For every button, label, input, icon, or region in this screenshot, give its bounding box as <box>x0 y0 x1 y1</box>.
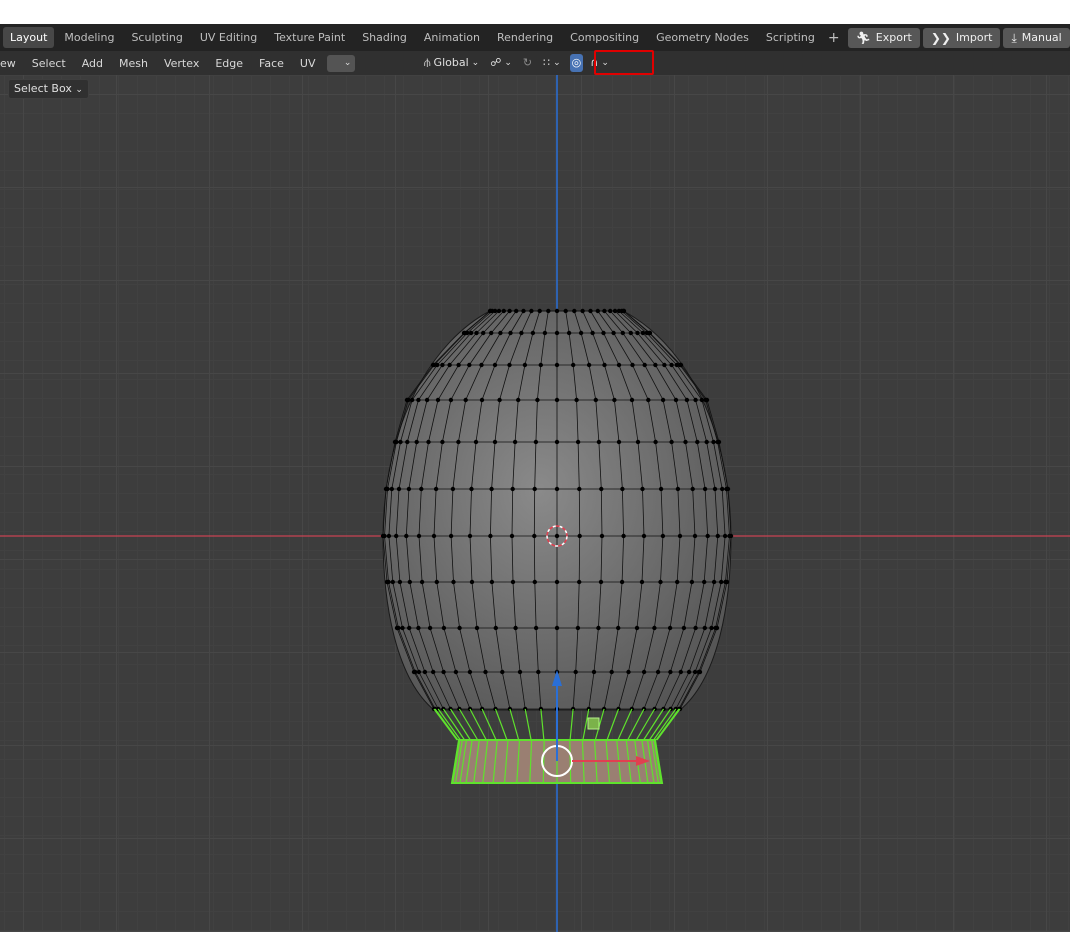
import-label: Import <box>955 30 993 44</box>
transform-orientation-label: Global <box>433 56 469 69</box>
proportional-target-icon: ◎ <box>571 56 582 69</box>
tool-settings-row: Select Box ⌄ <box>0 79 89 99</box>
orientation-axes-icon: ⫛ <box>424 56 431 69</box>
menu-view[interactable]: ew <box>0 57 24 70</box>
manual-button[interactable]: ⤓ Manual <box>1003 27 1070 48</box>
import-button[interactable]: ❯❯ Import <box>922 27 1001 48</box>
magnet-icon: ↻ <box>522 56 533 69</box>
menu-select[interactable]: Select <box>24 57 74 70</box>
tab-scripting[interactable]: Scripting <box>759 27 822 48</box>
chevron-down-icon: ⌄ <box>471 58 480 68</box>
transform-orientation-dropdown[interactable]: ⫛ Global ⌄ <box>420 54 483 72</box>
chevron-down-icon: ⌄ <box>504 58 512 68</box>
workspace-tab-bar: Layout Modeling Sculpting UV Editing Tex… <box>0 24 1070 51</box>
transform-tools: ⫛ Global ⌄ ☍ ⌄ ↻ ∷ ⌄ ◎ ∩ ⌄ <box>420 51 616 75</box>
export-button[interactable]: 🏃︎ Export <box>847 27 920 48</box>
menu-edge[interactable]: Edge <box>207 57 251 70</box>
snap-grid-icon: ∷ <box>543 56 551 69</box>
download-arrow-icon: ⤓ <box>1011 30 1017 45</box>
snap-target-dropdown[interactable]: ∷ ⌄ <box>539 54 565 72</box>
tab-shading[interactable]: Shading <box>355 27 414 48</box>
runner-icon: 🏃︎ <box>855 30 871 45</box>
pivot-point-dropdown[interactable]: ☍ ⌄ <box>486 54 516 72</box>
menu-uv[interactable]: UV <box>292 57 324 70</box>
double-chevron-icon: ❯❯ <box>930 30 951 45</box>
tab-layout[interactable]: Layout <box>3 27 55 48</box>
menu-vertex[interactable]: Vertex <box>156 57 207 70</box>
select-mode-label: Select Box <box>14 82 72 95</box>
select-mode-dropdown[interactable]: Select Box ⌄ <box>8 79 89 99</box>
menu-add[interactable]: Add <box>74 57 111 70</box>
menu-face[interactable]: Face <box>251 57 292 70</box>
manual-label: Manual <box>1021 30 1062 44</box>
tab-rendering[interactable]: Rendering <box>490 27 560 48</box>
proportional-editing-toggle[interactable]: ◎ <box>569 54 584 72</box>
snap-toggle[interactable]: ↻ <box>519 54 536 72</box>
chevron-down-icon: ⌄ <box>75 85 83 95</box>
tab-modeling[interactable]: Modeling <box>57 27 121 48</box>
3d-viewport[interactable] <box>0 75 1070 932</box>
uv-dropdown[interactable]: ⌄ <box>327 54 356 72</box>
add-workspace-button[interactable]: + <box>828 30 840 46</box>
gizmo-plane-handle[interactable] <box>587 717 600 730</box>
tab-animation[interactable]: Animation <box>417 27 487 48</box>
pivot-link-icon: ☍ <box>490 56 502 69</box>
export-label: Export <box>875 30 912 44</box>
chevron-down-icon: ⌄ <box>343 57 352 68</box>
tab-sculpting[interactable]: Sculpting <box>124 27 189 48</box>
tab-geometry-nodes[interactable]: Geometry Nodes <box>649 27 756 48</box>
proportional-editing-highlight <box>594 50 654 75</box>
menu-mesh[interactable]: Mesh <box>111 57 156 70</box>
viewport-scene <box>0 75 1070 932</box>
tab-texture-paint[interactable]: Texture Paint <box>267 27 352 48</box>
tab-compositing[interactable]: Compositing <box>563 27 646 48</box>
chevron-down-icon: ⌄ <box>553 58 561 68</box>
tab-uv-editing[interactable]: UV Editing <box>193 27 264 48</box>
